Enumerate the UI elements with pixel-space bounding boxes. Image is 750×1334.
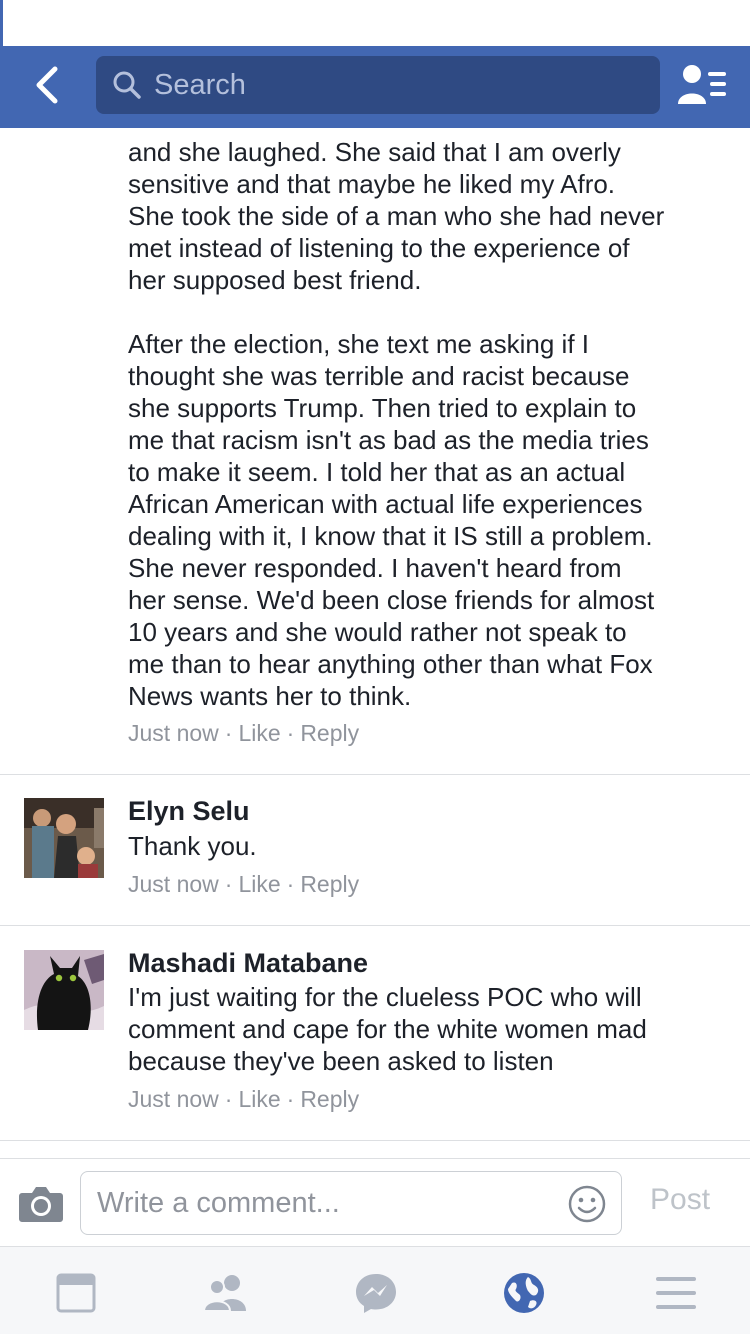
comment-input[interactable]: Write a comment...	[80, 1171, 622, 1235]
comment-input-placeholder: Write a comment...	[97, 1186, 340, 1219]
tab-friend-requests[interactable]	[202, 1271, 246, 1315]
bottom-tab-bar	[0, 1246, 750, 1334]
reply-link[interactable]: Reply	[300, 1086, 359, 1112]
avatar-photo	[24, 950, 104, 1030]
chevron-left-icon	[36, 66, 58, 104]
tab-messenger[interactable]	[354, 1271, 398, 1315]
comment-paragraph: Thank you.	[128, 831, 257, 861]
smiley-icon[interactable]	[567, 1184, 607, 1224]
comment-meta: Just now · Like · Reply	[128, 1086, 360, 1112]
news-feed-icon	[56, 1273, 96, 1313]
comment-paragraph: After the election, she text me asking i…	[128, 329, 655, 711]
post-button[interactable]: Post	[650, 1183, 710, 1217]
like-link[interactable]: Like	[238, 871, 280, 897]
avatar[interactable]	[24, 950, 104, 1030]
comment-meta: Just now · Like · Reply	[128, 720, 360, 746]
top-navbar: Search	[0, 46, 750, 128]
comment-time: Just now	[128, 1086, 219, 1112]
globe-notifications-icon	[504, 1273, 544, 1313]
comment-time: Just now	[128, 720, 219, 746]
comment-composer: Write a comment... Post	[0, 1158, 750, 1246]
search-placeholder: Search	[154, 68, 246, 101]
camera-icon	[19, 1187, 63, 1222]
comment-paragraph: I'm just waiting for the clueless POC wh…	[128, 982, 647, 1076]
comment-text: Thank you.	[128, 830, 728, 862]
search-icon	[113, 71, 141, 99]
messenger-icon	[356, 1274, 396, 1313]
friends-list-button[interactable]	[676, 62, 730, 108]
status-bar	[0, 0, 750, 46]
divider	[0, 1140, 750, 1141]
divider	[0, 925, 750, 926]
comment-paragraph: and she laughed. She said that I am over…	[128, 137, 665, 295]
comments-list[interactable]: and she laughed. She said that I am over…	[0, 128, 750, 1158]
tab-menu[interactable]	[654, 1271, 698, 1315]
reply-link[interactable]: Reply	[300, 871, 359, 897]
friend-requests-icon	[202, 1275, 246, 1312]
like-link[interactable]: Like	[238, 720, 280, 746]
back-button[interactable]	[22, 60, 70, 110]
comment-meta: Just now · Like · Reply	[128, 871, 360, 897]
avatar-photo	[24, 798, 104, 878]
tab-notifications-globe[interactable]	[502, 1271, 546, 1315]
divider	[0, 774, 750, 775]
avatar[interactable]	[24, 798, 104, 878]
camera-button[interactable]	[18, 1183, 64, 1223]
comment-text: and she laughed. She said that I am over…	[128, 136, 728, 712]
comment-time: Just now	[128, 871, 219, 897]
comment-text: I'm just waiting for the clueless POC wh…	[128, 981, 728, 1077]
comment-author[interactable]: Mashadi Matabane	[128, 948, 368, 979]
search-input[interactable]: Search	[96, 56, 660, 114]
tab-news-feed[interactable]	[54, 1271, 98, 1315]
menu-icon	[656, 1277, 696, 1309]
comment-author[interactable]: Elyn Selu	[128, 796, 250, 827]
like-link[interactable]: Like	[238, 1086, 280, 1112]
friends-list-icon	[678, 65, 726, 104]
reply-link[interactable]: Reply	[300, 720, 359, 746]
